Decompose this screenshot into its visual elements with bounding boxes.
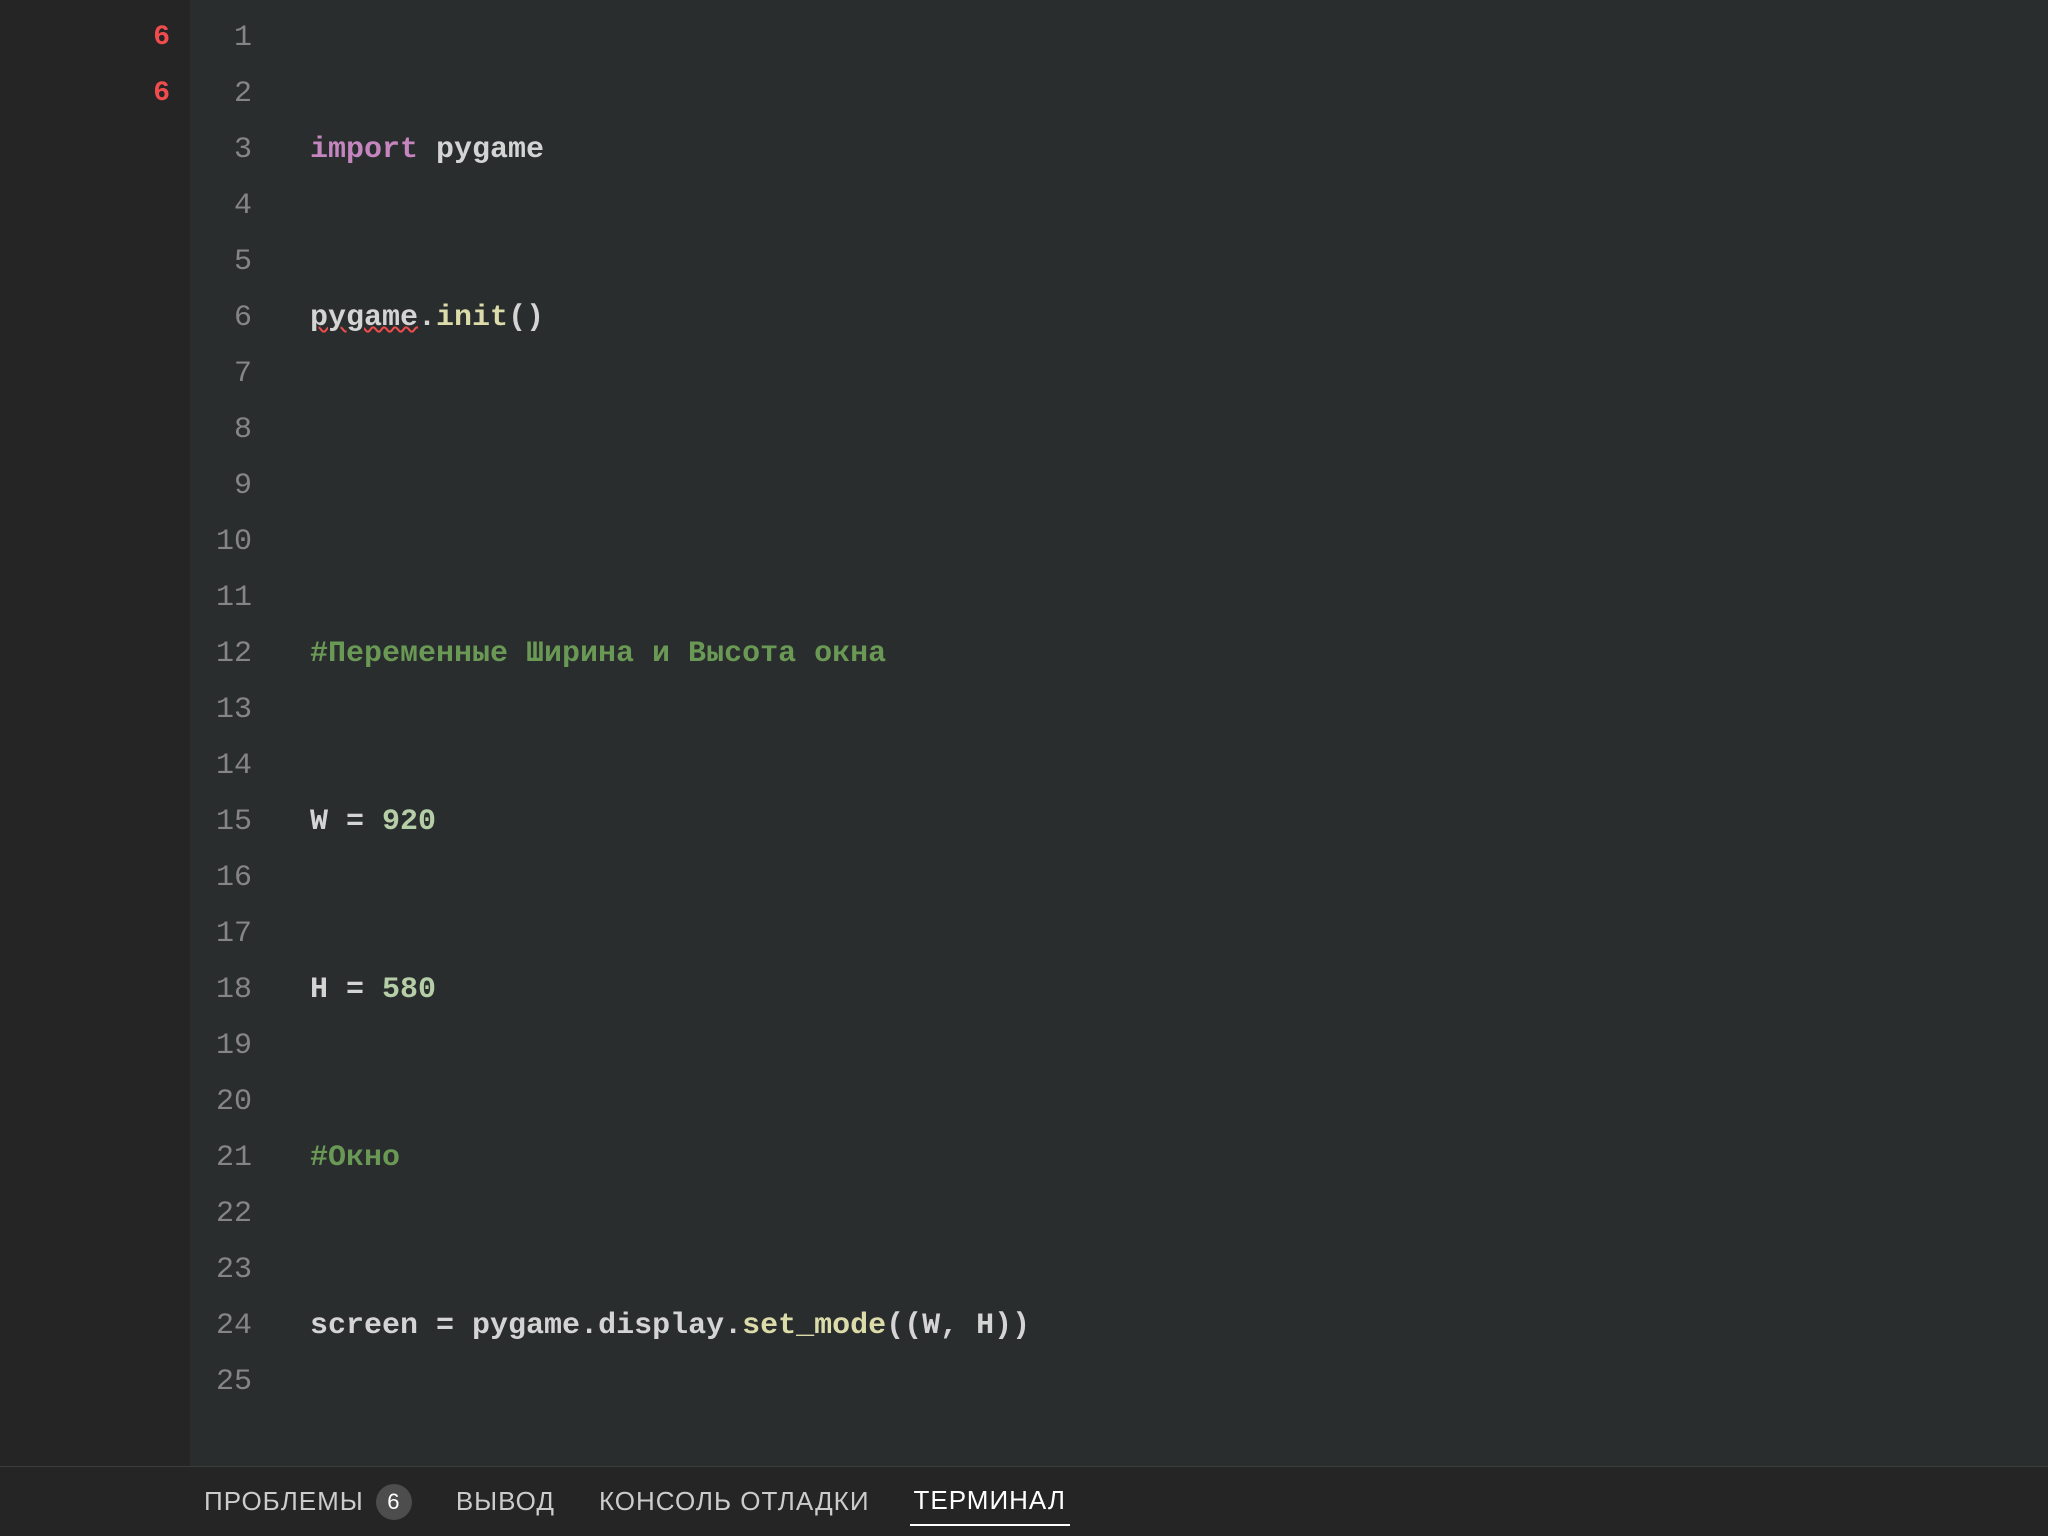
tab-terminal[interactable]: ТЕРМИНАЛ (910, 1477, 1070, 1526)
line-number: 21 (190, 1130, 280, 1186)
tab-output[interactable]: ВЫВОД (452, 1478, 559, 1525)
tab-label: ВЫВОД (456, 1486, 555, 1517)
line-number: 19 (190, 1018, 280, 1074)
line-number: 16 (190, 850, 280, 906)
line-number: 3 (190, 122, 280, 178)
line-number: 4 (190, 178, 280, 234)
tab-label: ПРОБЛЕМЫ (204, 1486, 364, 1517)
editor-container: 6 6 1 2 3 4 5 6 7 8 9 10 11 12 13 14 15 … (0, 0, 2048, 1536)
line-number: 7 (190, 346, 280, 402)
tab-debug-console[interactable]: КОНСОЛЬ ОТЛАДКИ (595, 1478, 874, 1525)
line-number-gutter: 1 2 3 4 5 6 7 8 9 10 11 12 13 14 15 16 1… (190, 0, 280, 1466)
tab-problems[interactable]: ПРОБЛЕМЫ 6 (200, 1476, 416, 1528)
line-number: 24 (190, 1298, 280, 1354)
line-number: 20 (190, 1074, 280, 1130)
line-number: 2 (190, 66, 280, 122)
line-number: 17 (190, 906, 280, 962)
code-editor[interactable]: import pygame pygame.init() #Переменные … (280, 0, 2048, 1466)
line-number: 8 (190, 402, 280, 458)
line-number: 15 (190, 794, 280, 850)
code-line[interactable]: #Переменные Ширина и Высота окна (310, 626, 2048, 682)
code-line[interactable]: screen = pygame.display.set_mode((W, H)) (310, 1298, 2048, 1354)
line-number: 9 (190, 458, 280, 514)
line-number: 1 (190, 10, 280, 66)
code-line[interactable]: import pygame (310, 122, 2048, 178)
code-line[interactable]: pygame.init() (310, 290, 2048, 346)
error-gutter: 6 6 (0, 0, 190, 1466)
line-number: 14 (190, 738, 280, 794)
line-number: 12 (190, 626, 280, 682)
line-number: 22 (190, 1186, 280, 1242)
line-number: 5 (190, 234, 280, 290)
line-number: 23 (190, 1242, 280, 1298)
line-number: 11 (190, 570, 280, 626)
code-line[interactable]: #Окно (310, 1130, 2048, 1186)
problems-badge: 6 (376, 1484, 412, 1520)
code-line[interactable] (310, 458, 2048, 514)
code-line[interactable]: W = 920 (310, 794, 2048, 850)
error-marker[interactable]: 6 (0, 10, 190, 66)
error-marker[interactable]: 6 (0, 66, 190, 122)
bottom-panel: ПРОБЛЕМЫ 6 ВЫВОД КОНСОЛЬ ОТЛАДКИ ТЕРМИНА… (0, 1466, 2048, 1536)
main-area: 6 6 1 2 3 4 5 6 7 8 9 10 11 12 13 14 15 … (0, 0, 2048, 1466)
tab-label: ТЕРМИНАЛ (914, 1485, 1066, 1516)
line-number: 10 (190, 514, 280, 570)
code-line[interactable]: H = 580 (310, 962, 2048, 1018)
line-number: 6 (190, 290, 280, 346)
line-number: 25 (190, 1354, 280, 1410)
tab-label: КОНСОЛЬ ОТЛАДКИ (599, 1486, 870, 1517)
line-number: 13 (190, 682, 280, 738)
line-number: 18 (190, 962, 280, 1018)
